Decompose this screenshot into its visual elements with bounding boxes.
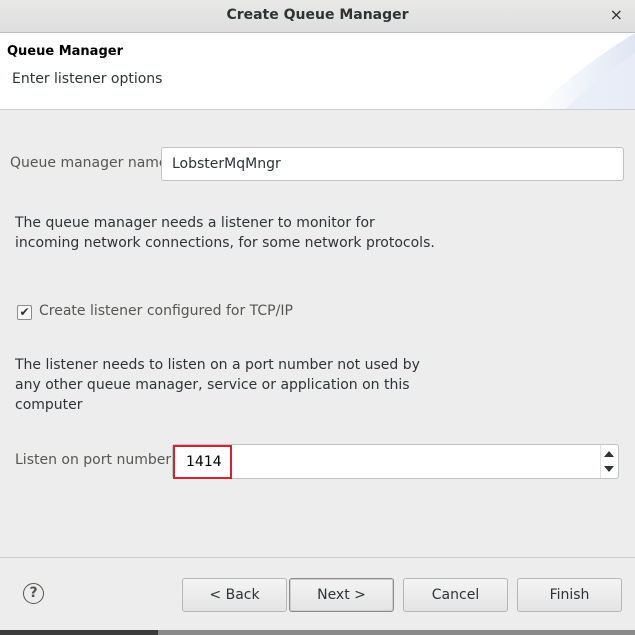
footer-divider — [0, 557, 635, 558]
port-number-label: Listen on port number: — [15, 452, 176, 468]
finish-button[interactable]: Finish — [517, 578, 622, 612]
create-queue-manager-dialog: Create Queue Manager × Queue Manager Ent… — [0, 0, 635, 635]
next-button[interactable]: Next > — [289, 578, 394, 612]
window-title: Create Queue Manager — [226, 7, 409, 23]
bottom-edge — [0, 630, 635, 635]
title-bar: Create Queue Manager × — [0, 0, 635, 33]
page-subtitle: Enter listener options — [12, 71, 163, 87]
back-button[interactable]: < Back — [182, 578, 287, 612]
port-number-field[interactable]: 1414 — [173, 445, 232, 479]
close-icon[interactable]: × — [610, 5, 623, 24]
listener-info-text: The queue manager needs a listener to mo… — [15, 215, 435, 251]
wizard-header: Queue Manager Enter listener options — [0, 33, 635, 110]
port-info-text: The listener needs to listen on a port n… — [15, 357, 420, 413]
increment-arrow-icon[interactable] — [604, 451, 614, 457]
bottom-edge-segment — [158, 630, 635, 635]
help-icon[interactable]: ? — [23, 583, 44, 604]
queue-manager-name-label: Queue manager name: — [10, 155, 173, 171]
port-number-spinner[interactable]: 1414 — [172, 444, 619, 479]
cancel-button[interactable]: Cancel — [403, 578, 508, 612]
create-listener-checkbox[interactable]: ✔ — [17, 305, 32, 320]
queue-manager-name-field[interactable]: LobsterMqMngr — [161, 147, 624, 181]
banner-graphic — [535, 33, 635, 109]
create-listener-label: Create listener configured for TCP/IP — [39, 303, 293, 319]
page-title: Queue Manager — [7, 44, 123, 59]
decrement-arrow-icon[interactable] — [604, 466, 614, 472]
spinner-arrows — [600, 445, 618, 478]
